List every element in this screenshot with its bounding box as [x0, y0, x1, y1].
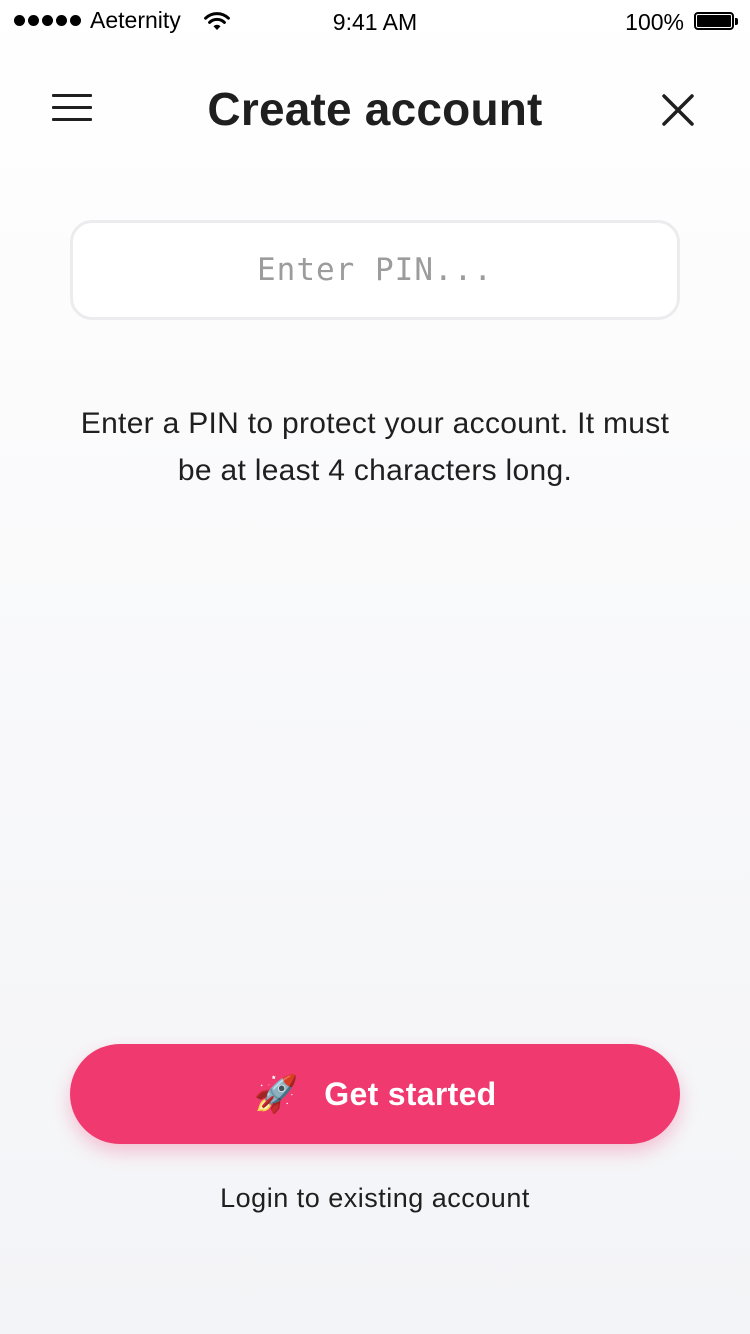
app-header: Create account	[0, 60, 750, 160]
page-title: Create account	[207, 83, 543, 135]
battery-icon	[694, 12, 740, 32]
close-icon[interactable]	[654, 86, 702, 134]
pin-instruction: Enter a PIN to protect your account. It …	[80, 407, 670, 487]
get-started-label: Get started	[324, 1075, 497, 1112]
login-existing-account-link[interactable]: Login to existing account	[0, 1183, 750, 1214]
rocket-icon: 🚀	[253, 1073, 299, 1114]
battery-percentage: 100%	[625, 9, 684, 35]
status-bar: Aeternity 9:41 AM 100%	[0, 0, 750, 44]
pin-input[interactable]	[70, 220, 680, 320]
get-started-button[interactable]: 🚀 Get started	[70, 1044, 680, 1144]
